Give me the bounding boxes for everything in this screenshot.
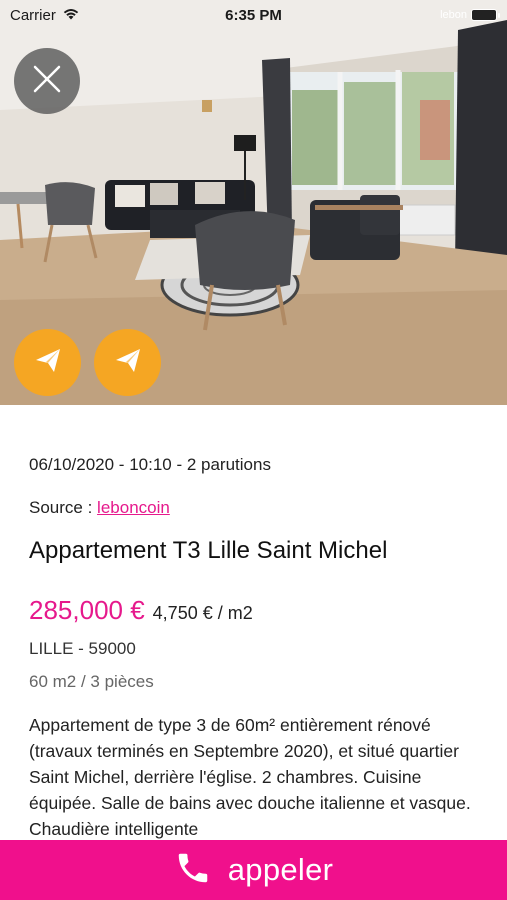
listing-price: 285,000 € <box>29 595 145 625</box>
price-per-m2: 4,750 € / m2 <box>152 603 253 623</box>
wifi-icon <box>62 7 80 24</box>
status-right: lebon <box>440 9 500 21</box>
paper-plane-icon <box>113 345 143 380</box>
listing-city: LILLE - 59000 <box>29 639 136 658</box>
listing-description: Appartement de type 3 de 60m² entièremen… <box>29 715 471 839</box>
paper-plane-icon <box>33 345 63 380</box>
phone-icon <box>174 849 212 892</box>
listing-source: Source : leboncoin <box>29 498 170 518</box>
battery-icon <box>471 9 500 21</box>
call-label: appeler <box>227 852 334 887</box>
source-label: Source : <box>29 498 98 517</box>
status-bar: Carrier 6:35 PM lebon <box>0 0 507 30</box>
price-row: 285,000 € 4,750 € / m2 <box>29 595 253 626</box>
close-icon <box>32 64 62 99</box>
send-button[interactable] <box>94 329 161 396</box>
status-left: Carrier <box>10 7 80 24</box>
listing-specs: 60 m2 / 3 pièces <box>29 672 154 691</box>
listing-title: Appartement T3 Lille Saint Michel <box>29 537 388 564</box>
share-button[interactable] <box>14 329 81 396</box>
close-button[interactable] <box>14 48 80 114</box>
call-button[interactable]: appeler <box>0 840 507 900</box>
listing-meta: 06/10/2020 - 10:10 - 2 parutions <box>29 455 271 474</box>
carrier-label: Carrier <box>10 6 56 24</box>
watermark-text: lebon <box>440 9 467 21</box>
source-link[interactable]: leboncoin <box>97 498 170 517</box>
